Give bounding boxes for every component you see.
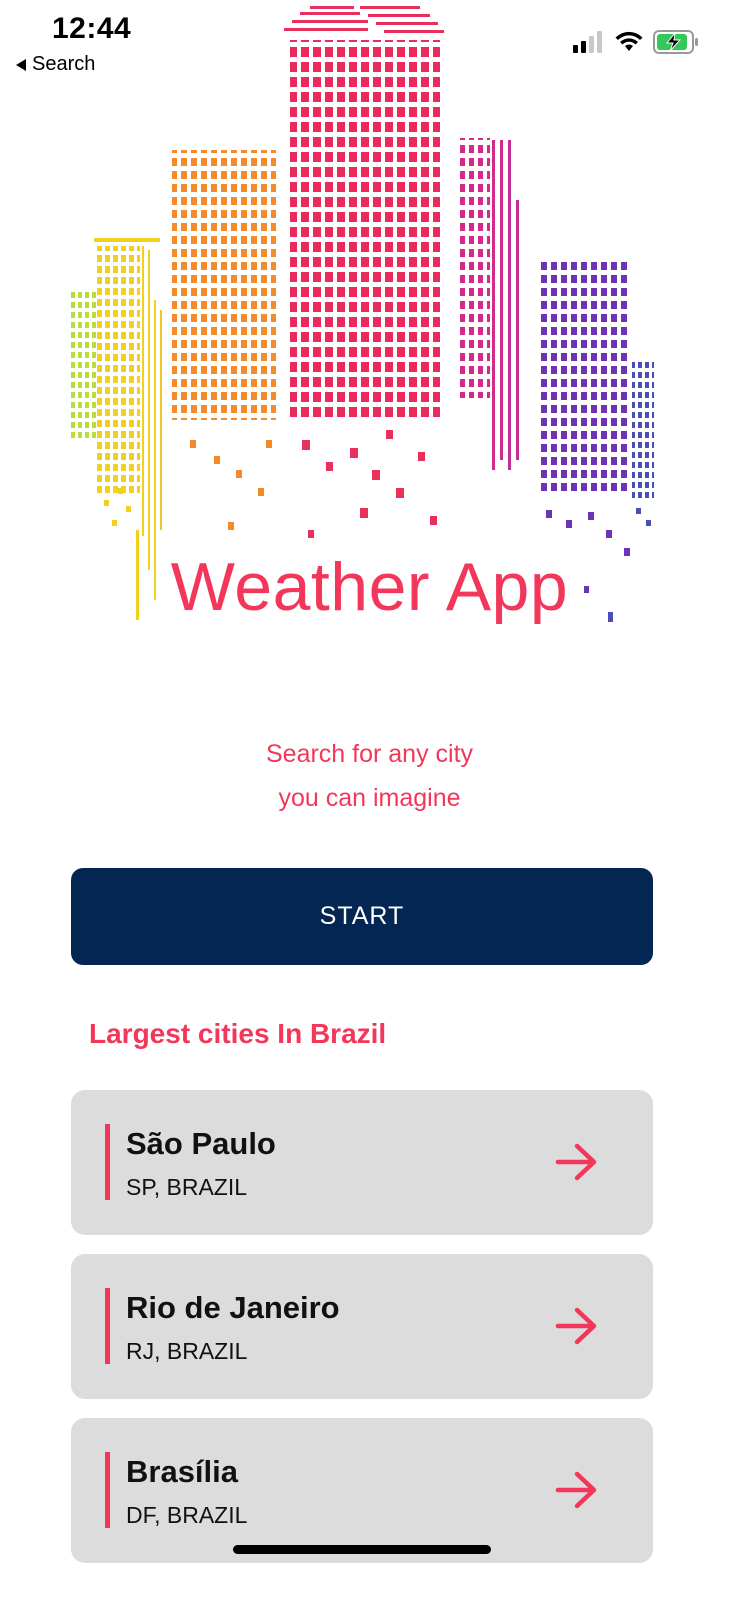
city-name: Brasília: [126, 1454, 239, 1489]
city-region: DF, BRAZIL: [126, 1502, 248, 1528]
home-indicator[interactable]: [233, 1545, 491, 1554]
back-triangle-icon: [16, 58, 26, 71]
back-link-label: Search: [32, 53, 96, 75]
city-list: São Paulo SP, BRAZIL Rio de Janeiro RJ, …: [71, 1090, 653, 1582]
status-icons: [573, 30, 699, 54]
arrow-right-icon[interactable]: [555, 1306, 599, 1346]
wifi-icon: [615, 31, 643, 51]
city-card[interactable]: Brasília DF, BRAZIL: [71, 1418, 653, 1563]
city-region: SP, BRAZIL: [126, 1174, 248, 1200]
arrow-right-icon[interactable]: [555, 1470, 599, 1510]
cellular-signal-icon: [573, 31, 602, 53]
city-card[interactable]: São Paulo SP, BRAZIL: [71, 1090, 653, 1235]
city-name: Rio de Janeiro: [126, 1290, 340, 1325]
tagline-line-1: Search for any city: [265, 740, 474, 768]
tagline: Search for any city you can imagine: [0, 732, 739, 820]
start-button[interactable]: START: [71, 868, 653, 965]
tagline-line-2: you can imagine: [278, 784, 461, 812]
city-region: RJ, BRAZIL: [126, 1338, 248, 1364]
city-name: São Paulo: [126, 1126, 276, 1161]
city-card-accent-bar: [105, 1288, 110, 1364]
arrow-right-icon[interactable]: [555, 1142, 599, 1182]
section-title: Largest cities In Brazil: [89, 1018, 387, 1049]
city-card-accent-bar: [105, 1452, 110, 1528]
back-to-search-link[interactable]: Search: [16, 53, 95, 76]
battery-charging-icon: [653, 30, 698, 54]
city-card-accent-bar: [105, 1124, 110, 1200]
start-button-label: START: [319, 902, 405, 930]
city-card[interactable]: Rio de Janeiro RJ, BRAZIL: [71, 1254, 653, 1399]
app-title: Weather App: [170, 549, 569, 625]
status-time: 12:44: [52, 12, 132, 45]
